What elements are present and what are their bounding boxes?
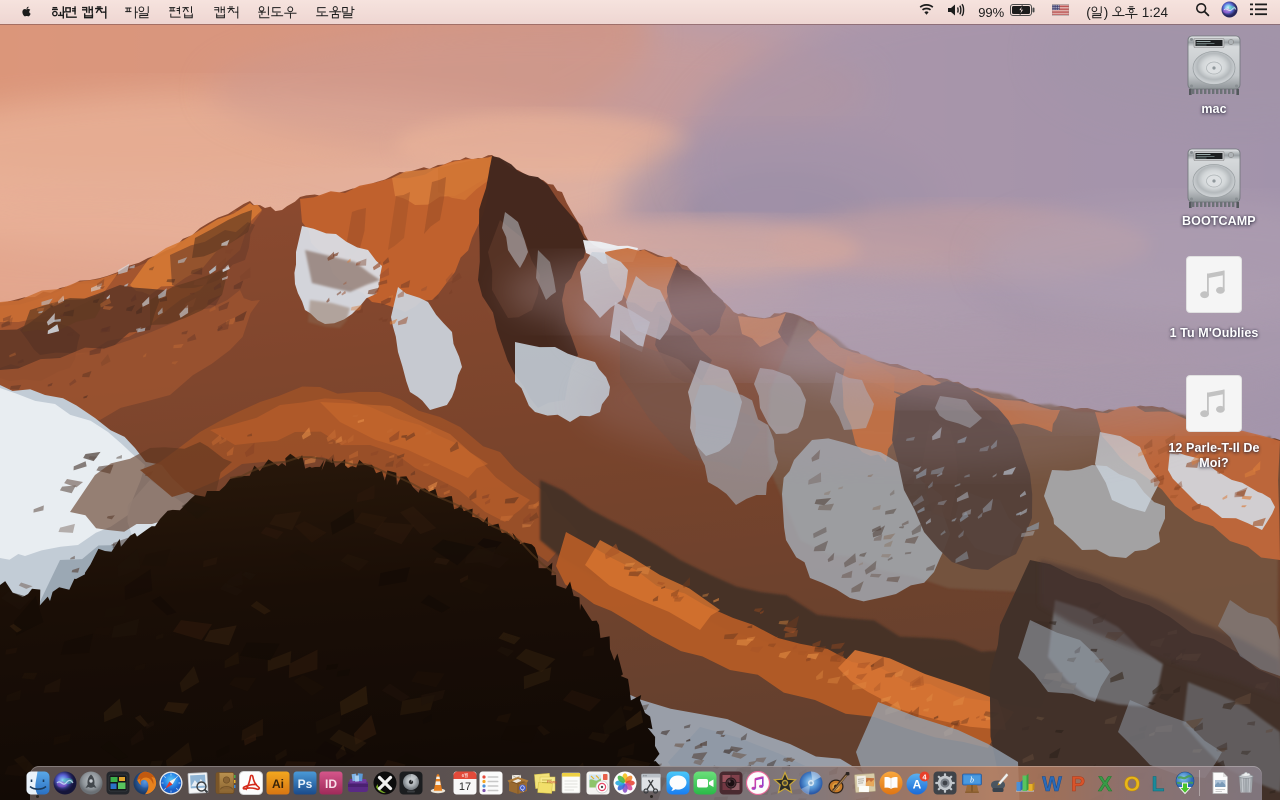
svg-text:O: O	[1123, 773, 1139, 795]
svg-text:P: P	[1071, 773, 1085, 795]
svg-text:Ai: Ai	[272, 777, 284, 791]
svg-text:b: b	[970, 776, 974, 785]
svg-text:Q: Q	[520, 786, 525, 792]
svg-text:X: X	[1098, 773, 1112, 795]
svg-text:6월: 6월	[461, 772, 468, 779]
svg-text:ID: ID	[325, 777, 337, 791]
svg-text:17: 17	[459, 781, 471, 793]
svg-text:Plans: Plans	[547, 779, 557, 785]
svg-text:A: A	[913, 778, 922, 792]
svg-text:W: W	[1042, 773, 1062, 795]
svg-text:L: L	[1152, 773, 1165, 795]
svg-text:Ps: Ps	[297, 777, 312, 791]
